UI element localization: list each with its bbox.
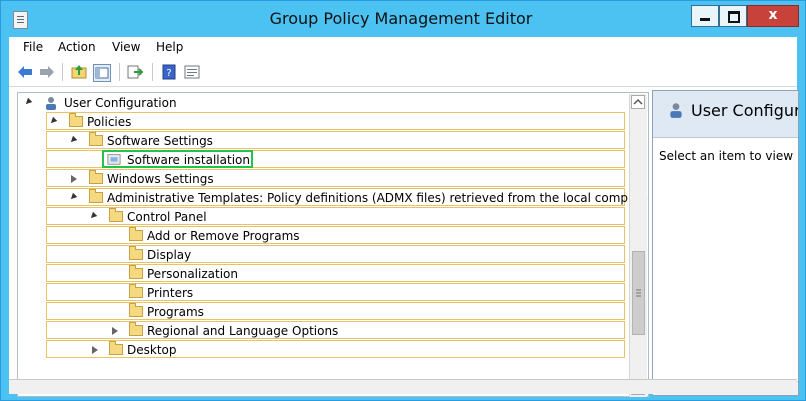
close-button[interactable]: x: [747, 5, 799, 27]
tree-item-display[interactable]: Display: [46, 245, 625, 263]
folder-icon: [129, 303, 143, 317]
tree-pane: User Configuration Policies Software Set…: [17, 92, 649, 397]
up-folder-icon[interactable]: [71, 64, 87, 80]
tree-item-desktop[interactable]: Desktop: [46, 340, 625, 358]
toolbar-separator: [152, 63, 153, 81]
tree-item-windows-settings[interactable]: Windows Settings: [46, 169, 625, 187]
tree-item-add-remove-programs[interactable]: Add or Remove Programs: [46, 226, 625, 244]
back-icon[interactable]: [17, 64, 33, 80]
tree-item-printers[interactable]: Printers: [46, 283, 625, 301]
folder-icon: [89, 189, 103, 203]
details-title: User Configura: [691, 101, 799, 120]
folder-icon: [89, 132, 103, 146]
properties-icon[interactable]: [184, 64, 200, 80]
toolbar-separator: [119, 63, 120, 81]
folder-icon: [129, 246, 143, 260]
folder-icon: [109, 208, 123, 222]
folder-icon: [69, 113, 83, 127]
application-window: Group Policy Management Editor x File Ac…: [0, 0, 806, 401]
collapse-arrow-icon[interactable]: [88, 211, 98, 221]
folder-icon: [129, 265, 143, 279]
tree-item-policies[interactable]: Policies: [46, 112, 625, 130]
collapse-arrow-icon[interactable]: [23, 97, 33, 107]
title-bar: Group Policy Management Editor x: [1, 1, 805, 37]
minimize-button[interactable]: [691, 5, 719, 27]
tree-item-software-installation[interactable]: Software installation: [46, 150, 625, 168]
tree-item-administrative-templates[interactable]: Administrative Templates: Policy definit…: [46, 188, 648, 206]
maximize-icon: [728, 11, 740, 23]
menu-file[interactable]: File: [23, 40, 43, 54]
maximize-button[interactable]: [719, 5, 747, 27]
expand-arrow-icon[interactable]: [112, 327, 118, 335]
collapse-arrow-icon[interactable]: [68, 192, 78, 202]
tree-item-software-settings[interactable]: Software Settings: [46, 131, 625, 149]
scroll-up-button[interactable]: [631, 95, 645, 109]
close-icon: x: [768, 7, 778, 23]
app-icon: [13, 11, 28, 29]
toolbar-separator: [62, 63, 63, 81]
minimize-icon: [700, 18, 710, 21]
expand-arrow-icon[interactable]: [92, 346, 98, 354]
user-config-icon: [46, 97, 56, 110]
expand-arrow-icon[interactable]: [71, 175, 77, 183]
tree-root-label[interactable]: User Configuration: [64, 96, 177, 110]
window-title: Group Policy Management Editor: [269, 9, 533, 28]
tree-item-control-panel[interactable]: Control Panel: [46, 207, 625, 225]
menu-help[interactable]: Help: [156, 40, 183, 54]
svg-text:?: ?: [166, 68, 171, 79]
details-header: User Configura: [653, 91, 798, 138]
folder-icon: [129, 227, 143, 241]
show-hide-tree-icon[interactable]: [93, 64, 111, 82]
toolbar: ?: [9, 58, 797, 87]
export-list-icon[interactable]: [127, 64, 143, 80]
menu-action[interactable]: Action: [58, 40, 96, 54]
software-installation-icon: [107, 154, 121, 165]
details-pane: User Configura Select an item to view it…: [652, 90, 799, 396]
tree-item-personalization[interactable]: Personalization: [46, 264, 625, 282]
forward-icon[interactable]: [39, 64, 55, 80]
tree-scrollbar[interactable]: [629, 94, 647, 397]
scroll-thumb[interactable]: [632, 251, 645, 335]
tree-item-regional-language[interactable]: Regional and Language Options: [46, 321, 625, 339]
user-config-icon: [670, 103, 682, 118]
tree-item-programs[interactable]: Programs: [46, 302, 625, 320]
help-icon[interactable]: ?: [161, 64, 177, 80]
menu-view[interactable]: View: [112, 40, 140, 54]
menu-bar: File Action View Help: [9, 37, 797, 57]
folder-icon: [109, 341, 123, 355]
folder-icon: [129, 284, 143, 298]
details-info-text: Select an item to view its: [659, 149, 799, 163]
collapse-arrow-icon[interactable]: [68, 135, 78, 145]
folder-icon: [129, 322, 143, 336]
collapse-arrow-icon[interactable]: [48, 116, 58, 126]
folder-icon: [89, 170, 103, 184]
grip-icon: [636, 289, 641, 297]
status-bar: [9, 379, 797, 394]
client-area: File Action View Help ? User Configurati…: [9, 37, 799, 397]
chevron-up-icon: [633, 98, 643, 105]
